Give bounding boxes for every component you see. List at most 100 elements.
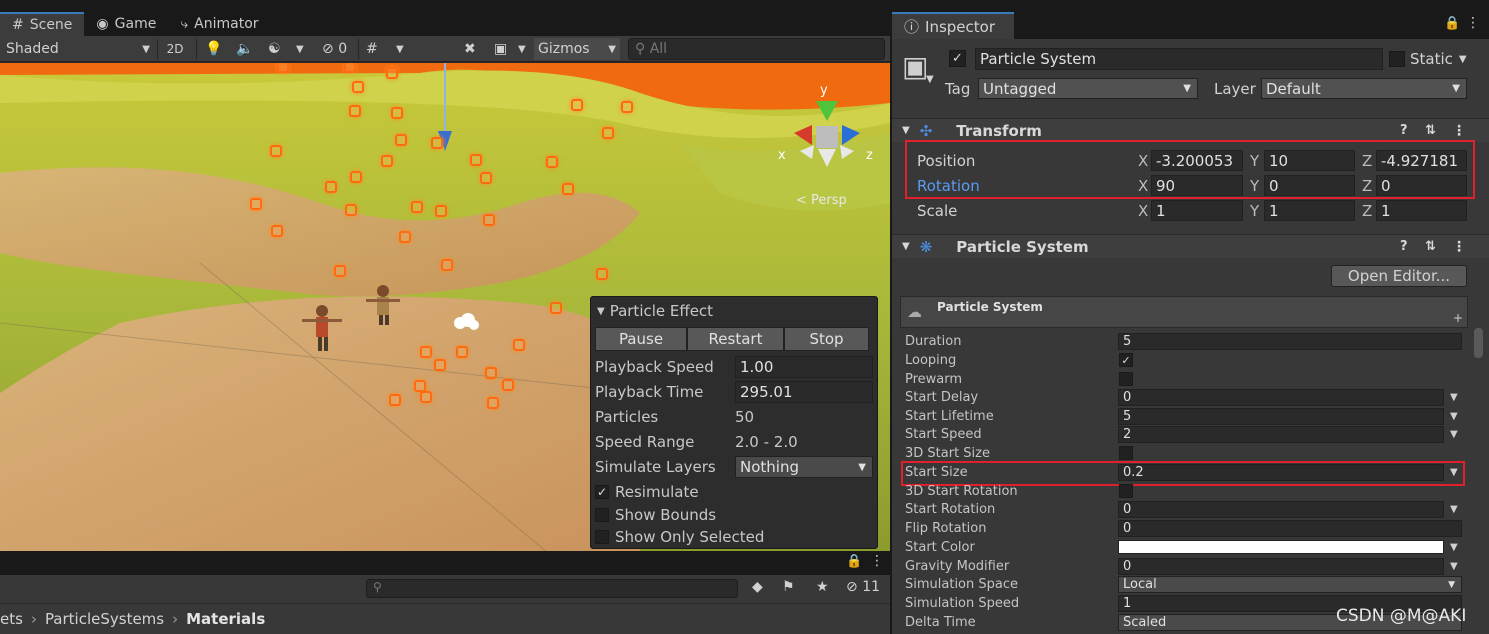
label-icon[interactable]: ⚑ [782, 579, 795, 595]
presets-icon[interactable]: ⇅ [1425, 123, 1436, 138]
resimulate-toggle[interactable]: ✓ Resimulate [595, 480, 699, 504]
particle-system-header[interactable]: ▼ ❋ Particle System ? ⇅ ⋮ [892, 234, 1489, 258]
chevron-down-icon[interactable]: ▼ [396, 38, 404, 60]
playback-time-field[interactable]: 295.01 [735, 381, 873, 403]
lock-icon[interactable]: 🔒 [846, 554, 862, 569]
chevron-down-icon[interactable]: ▼ [518, 38, 526, 60]
breadcrumb-item[interactable]: Materials [186, 610, 265, 628]
simulation-space-dropdown[interactable]: Local ▼ [1118, 576, 1462, 593]
module-header[interactable]: ☁ Particle System + [900, 296, 1468, 328]
particle-sprite [381, 155, 393, 167]
scale-y-field[interactable]: 1 [1264, 200, 1355, 221]
animator-icon: ⤷ [180, 16, 189, 32]
lighting-icon[interactable]: 💡 [205, 38, 222, 60]
start-rotation-3d-checkbox[interactable] [1119, 484, 1133, 498]
stop-button[interactable]: Stop [784, 327, 869, 351]
tag-dropdown[interactable]: Untagged ▼ [978, 78, 1198, 99]
tab-scene[interactable]: # Scene [0, 12, 85, 36]
playback-speed-field[interactable]: 1.00 [735, 356, 873, 378]
object-name-field[interactable]: Particle System [975, 48, 1383, 70]
start-delay-field[interactable]: 0 [1118, 389, 1444, 406]
chevron-down-icon[interactable]: ▼ [1450, 392, 1458, 403]
particle-sprite [411, 201, 423, 213]
shading-mode-dropdown[interactable]: Shaded ▼ [6, 38, 150, 60]
tools-icon[interactable]: ✖ [464, 38, 476, 60]
particle-effect-header[interactable]: ▼ Particle Effect [597, 302, 713, 320]
particle-sprite [345, 204, 357, 216]
chevron-down-icon[interactable]: ▼ [1450, 504, 1458, 515]
filter-type-icon[interactable]: ◆ [752, 579, 763, 595]
gameobject-cube-icon: ▣ [902, 50, 929, 83]
start-speed-field[interactable]: 2 [1118, 426, 1444, 443]
simulation-speed-label: Simulation Speed [905, 596, 1020, 611]
add-module-icon[interactable]: + [1453, 311, 1463, 325]
toggle-2d-button[interactable]: 2D [162, 38, 188, 60]
static-dropdown[interactable]: Static ▼ [1410, 50, 1467, 68]
star-icon[interactable]: ★ [816, 579, 829, 595]
checkbox[interactable] [595, 530, 609, 544]
transform-header[interactable]: ▼ ✣ Transform ? ⇅ ⋮ [892, 118, 1489, 142]
grid-snap-icon[interactable]: # [366, 38, 378, 60]
tab-animator[interactable]: ⤷ Animator [168, 12, 270, 36]
open-editor-button[interactable]: Open Editor... [1331, 265, 1467, 287]
prewarm-checkbox[interactable] [1119, 372, 1133, 386]
more-icon[interactable]: ⋮ [870, 553, 884, 569]
tab-game[interactable]: ◉ Game [84, 12, 168, 36]
particle-sprite [334, 265, 346, 277]
hidden-objects-toggle[interactable]: ⊘ 0 [322, 38, 347, 60]
show-bounds-toggle[interactable]: Show Bounds [595, 503, 716, 527]
watermark: CSDN @M@AKI [1336, 606, 1467, 626]
help-icon[interactable]: ? [1400, 239, 1408, 254]
flip-rotation-field[interactable]: 0 [1118, 520, 1462, 537]
particle-sprite [480, 172, 492, 184]
more-icon[interactable]: ⋮ [1452, 239, 1466, 255]
project-search-input[interactable]: ⚲ [366, 579, 738, 598]
help-icon[interactable]: ? [1400, 123, 1408, 138]
divider [157, 39, 158, 59]
camera-icon[interactable]: ▣ [494, 38, 507, 60]
gizmos-dropdown[interactable]: Gizmos ▼ [534, 38, 620, 60]
more-icon[interactable]: ⋮ [1452, 123, 1466, 139]
effects-icon[interactable]: ☯ [268, 38, 281, 60]
more-icon[interactable]: ⋮ [1466, 15, 1480, 31]
gravity-modifier-field[interactable]: 0 [1118, 558, 1444, 575]
chevron-down-icon: ▼ [608, 43, 616, 55]
lock-icon[interactable]: 🔒 [1444, 16, 1460, 31]
delta-time-label: Delta Time [905, 615, 976, 630]
hidden-packages-toggle[interactable]: ⊘ 11 [846, 579, 880, 595]
chevron-down-icon[interactable]: ▼ [1450, 429, 1458, 440]
checkbox-checked[interactable]: ✓ [595, 485, 609, 499]
scale-x-field[interactable]: 1 [1151, 200, 1243, 221]
breadcrumb-item[interactable]: ParticleSystems [45, 610, 164, 628]
audio-icon[interactable]: 🔈 [236, 38, 253, 60]
particle-module-icon: ☁ [907, 303, 922, 321]
pause-button[interactable]: Pause [595, 327, 687, 351]
scene-search-input[interactable]: ⚲ All [628, 38, 885, 60]
scale-z-field[interactable]: 1 [1376, 200, 1467, 221]
simulate-layers-dropdown[interactable]: Nothing ▼ [735, 456, 873, 478]
scrollbar-thumb[interactable] [1474, 328, 1483, 358]
start-rotation-field[interactable]: 0 [1118, 501, 1444, 518]
chevron-down-icon[interactable]: ▼ [296, 38, 304, 60]
tab-inspector[interactable]: ⓘ Inspector [892, 12, 1014, 39]
looping-checkbox[interactable]: ✓ [1119, 353, 1133, 367]
breadcrumb-item[interactable]: ets [0, 610, 23, 628]
restart-button[interactable]: Restart [687, 327, 784, 351]
checkbox[interactable] [595, 508, 609, 522]
active-checkbox[interactable]: ✓ [949, 50, 966, 67]
chevron-down-icon[interactable]: ▼ [1450, 411, 1458, 422]
presets-icon[interactable]: ⇅ [1425, 239, 1436, 254]
chevron-down-icon[interactable]: ▼ [1450, 542, 1458, 553]
duration-field[interactable]: 5 [1118, 333, 1462, 350]
chevron-down-icon[interactable]: ▼ [926, 74, 934, 85]
transform-icon: ✣ [919, 121, 933, 140]
start-color-swatch[interactable] [1118, 540, 1444, 554]
start-size-3d-checkbox[interactable] [1119, 446, 1133, 460]
show-only-selected-toggle[interactable]: Show Only Selected [595, 525, 764, 549]
particle-sprite [399, 231, 411, 243]
layer-dropdown[interactable]: Default ▼ [1261, 78, 1467, 99]
static-checkbox[interactable] [1389, 51, 1405, 67]
start-lifetime-field[interactable]: 5 [1118, 408, 1444, 425]
start-size-3d-label: 3D Start Size [905, 446, 990, 461]
chevron-down-icon[interactable]: ▼ [1450, 561, 1458, 572]
